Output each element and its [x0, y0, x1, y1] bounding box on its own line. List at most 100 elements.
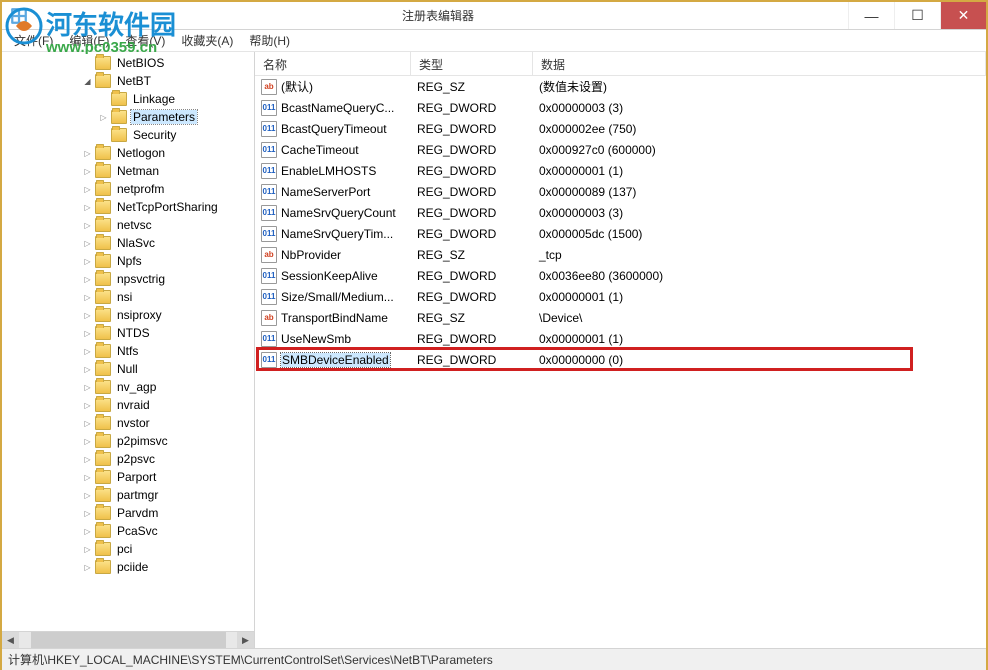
expand-icon[interactable] — [82, 364, 93, 375]
tree-panel[interactable]: NetBIOSNetBTLinkageParametersSecurityNet… — [2, 52, 255, 648]
tree-item-label: NlaSvc — [115, 236, 157, 250]
expand-icon[interactable] — [82, 454, 93, 465]
tree-item[interactable]: p2pimsvc — [2, 432, 255, 450]
tree-item[interactable]: pci — [2, 540, 255, 558]
tree-item-label: pci — [115, 542, 134, 556]
list-row[interactable]: 011UseNewSmbREG_DWORD0x00000001 (1) — [255, 328, 986, 349]
column-name[interactable]: 名称 — [255, 52, 411, 75]
expand-icon[interactable] — [82, 328, 93, 339]
tree-item[interactable]: Ntfs — [2, 342, 255, 360]
value-data: 0x00000001 (1) — [533, 164, 986, 178]
menu-file[interactable]: 文件(F) — [6, 30, 61, 51]
tree-item[interactable]: npsvctrig — [2, 270, 255, 288]
tree-item[interactable]: Security — [2, 126, 255, 144]
value-name: TransportBindName — [281, 311, 388, 325]
expand-icon[interactable] — [82, 346, 93, 357]
expand-icon[interactable] — [82, 220, 93, 231]
list-row[interactable]: 011SMBDeviceEnabledREG_DWORD0x00000000 (… — [255, 349, 986, 370]
tree-item[interactable]: nsi — [2, 288, 255, 306]
expand-icon[interactable] — [82, 400, 93, 411]
value-data: \Device\ — [533, 311, 986, 325]
expand-icon[interactable] — [82, 166, 93, 177]
tree-item[interactable]: partmgr — [2, 486, 255, 504]
list-row[interactable]: 011NameSrvQueryCountREG_DWORD0x00000003 … — [255, 202, 986, 223]
tree-item[interactable]: netvsc — [2, 216, 255, 234]
tree-item[interactable]: Npfs — [2, 252, 255, 270]
tree-item[interactable]: Parvdm — [2, 504, 255, 522]
collapse-icon[interactable] — [82, 76, 93, 87]
list-row[interactable]: 011NameServerPortREG_DWORD0x00000089 (13… — [255, 181, 986, 202]
scroll-right-icon[interactable]: ▶ — [237, 632, 254, 649]
tree-item[interactable]: pciide — [2, 558, 255, 576]
expand-icon[interactable] — [82, 526, 93, 537]
expand-icon[interactable] — [82, 472, 93, 483]
expand-icon[interactable] — [82, 436, 93, 447]
tree-item[interactable]: Parameters — [2, 108, 255, 126]
close-button[interactable]: ✕ — [940, 2, 986, 29]
expand-icon[interactable] — [82, 508, 93, 519]
expand-icon[interactable] — [82, 184, 93, 195]
tree-item[interactable]: Linkage — [2, 90, 255, 108]
expand-icon[interactable] — [82, 562, 93, 573]
scroll-left-icon[interactable]: ◀ — [2, 632, 19, 649]
tree-item[interactable]: NlaSvc — [2, 234, 255, 252]
expand-icon[interactable] — [82, 544, 93, 555]
dword-value-icon: 011 — [261, 268, 277, 284]
expand-icon[interactable] — [82, 292, 93, 303]
tree-item[interactable]: nsiproxy — [2, 306, 255, 324]
tree-item[interactable]: nvraid — [2, 396, 255, 414]
expand-icon[interactable] — [82, 148, 93, 159]
tree-item-label: NTDS — [115, 326, 152, 340]
tree-item-label: Parport — [115, 470, 158, 484]
expand-icon[interactable] — [82, 490, 93, 501]
tree-item[interactable]: NTDS — [2, 324, 255, 342]
menu-view[interactable]: 查看(V) — [117, 30, 173, 51]
list-row[interactable]: ab(默认)REG_SZ(数值未设置) — [255, 76, 986, 97]
list-row[interactable]: 011Size/Small/Medium...REG_DWORD0x000000… — [255, 286, 986, 307]
tree-item[interactable]: PcaSvc — [2, 522, 255, 540]
minimize-button[interactable]: — — [848, 2, 894, 29]
value-type: REG_DWORD — [411, 290, 533, 304]
maximize-button[interactable]: ☐ — [894, 2, 940, 29]
list-row[interactable]: 011EnableLMHOSTSREG_DWORD0x00000001 (1) — [255, 160, 986, 181]
tree-item[interactable]: netprofm — [2, 180, 255, 198]
list-row[interactable]: 011BcastQueryTimeoutREG_DWORD0x000002ee … — [255, 118, 986, 139]
menu-favorites[interactable]: 收藏夹(A) — [173, 30, 241, 51]
tree-hscroll[interactable]: ◀ ▶ — [2, 631, 254, 648]
list-row[interactable]: 011SessionKeepAliveREG_DWORD0x0036ee80 (… — [255, 265, 986, 286]
expand-icon[interactable] — [82, 310, 93, 321]
tree-item[interactable]: nvstor — [2, 414, 255, 432]
list-body[interactable]: ab(默认)REG_SZ(数值未设置)011BcastNameQueryC...… — [255, 76, 986, 648]
tree-item[interactable]: Netman — [2, 162, 255, 180]
expand-icon[interactable] — [82, 418, 93, 429]
tree-item[interactable]: NetBT — [2, 72, 255, 90]
value-data: 0x0036ee80 (3600000) — [533, 269, 986, 283]
expand-icon[interactable] — [82, 202, 93, 213]
list-row[interactable]: 011CacheTimeoutREG_DWORD0x000927c0 (6000… — [255, 139, 986, 160]
tree-item[interactable]: NetTcpPortSharing — [2, 198, 255, 216]
tree-item[interactable]: Netlogon — [2, 144, 255, 162]
tree-item[interactable]: Parport — [2, 468, 255, 486]
folder-icon — [95, 326, 111, 340]
column-type[interactable]: 类型 — [411, 52, 533, 75]
list-row[interactable]: 011NameSrvQueryTim...REG_DWORD0x000005dc… — [255, 223, 986, 244]
tree-item[interactable]: nv_agp — [2, 378, 255, 396]
tree-item[interactable]: Null — [2, 360, 255, 378]
expand-icon[interactable] — [82, 274, 93, 285]
folder-icon — [95, 218, 111, 232]
expand-icon[interactable] — [82, 238, 93, 249]
menu-edit[interactable]: 编辑(E) — [61, 30, 117, 51]
expand-icon[interactable] — [82, 382, 93, 393]
list-row[interactable]: 011BcastNameQueryC...REG_DWORD0x00000003… — [255, 97, 986, 118]
menu-help[interactable]: 帮助(H) — [241, 30, 298, 51]
tree-item[interactable]: NetBIOS — [2, 54, 255, 72]
expand-icon[interactable] — [98, 112, 109, 123]
column-data[interactable]: 数据 — [533, 52, 986, 75]
tree-item[interactable]: p2psvc — [2, 450, 255, 468]
value-name: NameSrvQueryTim... — [281, 227, 393, 241]
expand-icon[interactable] — [82, 256, 93, 267]
dword-value-icon: 011 — [261, 142, 277, 158]
list-row[interactable]: abNbProviderREG_SZ_tcp — [255, 244, 986, 265]
list-row[interactable]: abTransportBindNameREG_SZ\Device\ — [255, 307, 986, 328]
list-header: 名称 类型 数据 — [255, 52, 986, 76]
